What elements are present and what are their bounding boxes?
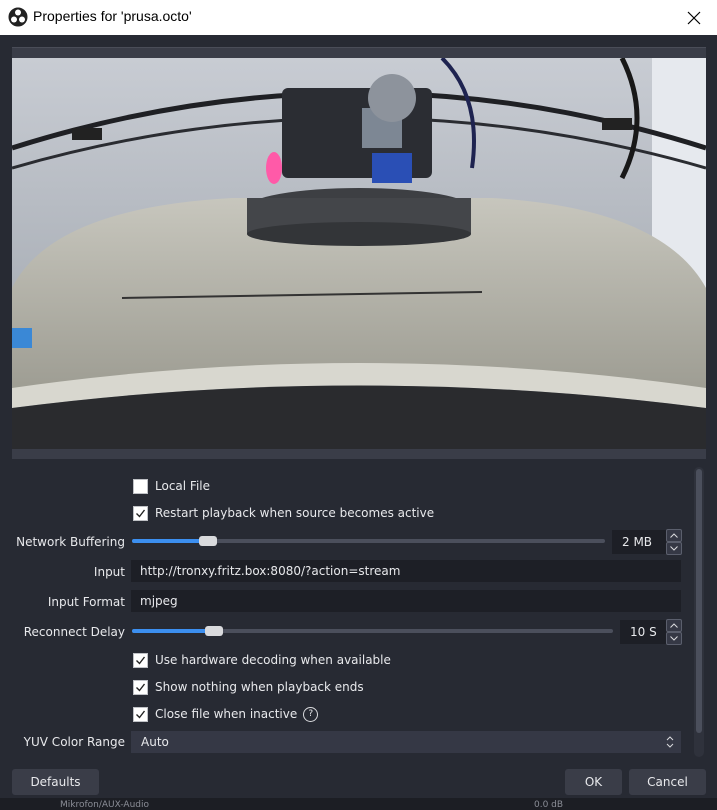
input-label: Input [93,565,125,579]
ok-button[interactable]: OK [565,769,622,795]
network-buffering-slider[interactable] [132,536,605,546]
background-window-strip: Mikrofon/AUX-Audio 0.0 dB [0,798,717,810]
restart-playback-label: Restart playback when source becomes act… [155,506,435,520]
chevron-up-icon [670,623,678,628]
help-icon[interactable]: ? [303,706,319,722]
reconnect-delay-stepper[interactable] [666,619,682,645]
title-bar: Properties for 'prusa.octo' [0,0,717,35]
restart-playback-row[interactable]: Restart playback when source becomes act… [133,504,434,522]
stepper-down-button[interactable] [666,542,682,555]
obs-logo-icon [8,7,28,27]
yuv-color-range-label: YUV Color Range [23,735,125,749]
scrollbar-thumb[interactable] [696,469,702,733]
yuv-color-range-value: Auto [141,735,169,749]
network-buffering-label: Network Buffering [16,535,125,549]
hw-decoding-row[interactable]: Use hardware decoding when available [133,651,391,669]
local-file-checkbox[interactable] [133,478,148,494]
network-buffering-value: 2 MB [622,535,653,549]
reconnect-delay-slider-handle[interactable] [205,626,223,636]
background-mixer-db: 0.0 dB [534,800,564,810]
hw-decoding-checkbox[interactable] [133,652,148,668]
camera-preview [12,58,706,449]
network-buffering-slider-handle[interactable] [199,536,217,546]
checkmark-icon [136,683,146,692]
reconnect-delay-value: 10 S [630,625,657,639]
input-format-field[interactable]: mjpeg [131,590,681,612]
show-nothing-row[interactable]: Show nothing when playback ends [133,678,364,696]
network-buffering-slider-fill [132,539,208,543]
input-url-field[interactable]: http://tronxy.fritz.box:8080/?action=str… [131,560,681,582]
chevron-down-icon [670,636,678,641]
reconnect-delay-slider-fill [132,629,214,633]
network-buffering-stepper[interactable] [666,529,682,555]
chevron-up-icon [670,533,678,538]
reconnect-delay-spinbox[interactable]: 10 S [620,620,667,644]
checkmark-icon [136,710,146,719]
stepper-up-button[interactable] [666,529,682,542]
preview-image [12,58,706,449]
stepper-down-button[interactable] [666,632,682,645]
checkmark-icon [136,509,146,518]
combo-arrows-icon [666,736,674,748]
close-file-row[interactable]: Close file when inactive ? [133,705,319,723]
window-title: Properties for 'prusa.octo' [33,8,192,24]
local-file-label: Local File [155,479,210,493]
checkmark-icon [136,656,146,665]
stepper-up-button[interactable] [666,619,682,632]
defaults-button[interactable]: Defaults [12,769,99,795]
reconnect-delay-label: Reconnect Delay [23,625,125,639]
close-icon [687,11,701,24]
close-file-label: Close file when inactive [155,707,298,721]
input-format-label: Input Format [47,595,125,609]
close-file-checkbox[interactable] [133,706,148,722]
show-nothing-label: Show nothing when playback ends [155,680,364,694]
network-buffering-spinbox[interactable]: 2 MB [612,530,667,554]
local-file-row[interactable]: Local File [133,477,210,495]
chevron-down-icon [670,546,678,551]
cancel-button[interactable]: Cancel [629,769,706,795]
close-button[interactable] [671,0,717,35]
show-nothing-checkbox[interactable] [133,679,148,695]
form-scrollbar[interactable] [694,467,704,757]
preview-frame [12,47,706,459]
dialog-content: Local File Restart playback when source … [0,35,717,810]
reconnect-delay-slider[interactable] [132,626,613,636]
yuv-color-range-select[interactable]: Auto [131,731,681,753]
hw-decoding-label: Use hardware decoding when available [155,653,391,667]
background-mixer-label: Mikrofon/AUX-Audio [60,800,149,810]
restart-playback-checkbox[interactable] [133,505,148,521]
